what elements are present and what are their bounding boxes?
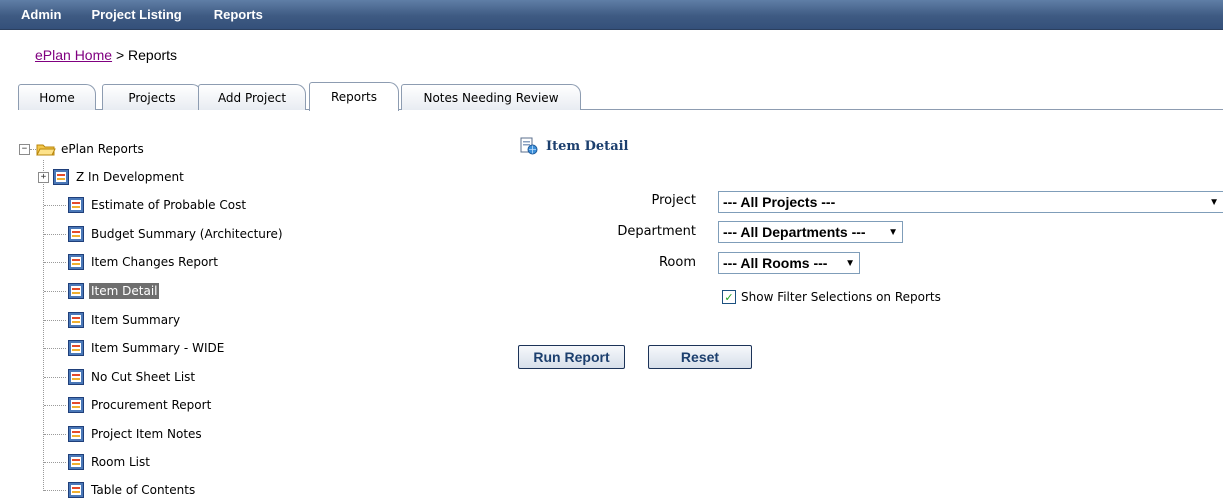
tree-item-label: No Cut Sheet List bbox=[91, 370, 196, 384]
tree-item-label: Budget Summary (Architecture) bbox=[91, 227, 283, 241]
report-globe-icon bbox=[520, 137, 538, 155]
report-icon bbox=[68, 283, 84, 299]
show-filter-selections-checkbox[interactable]: ✓ bbox=[722, 290, 736, 304]
tree-root: − ePlan Reports bbox=[19, 139, 146, 159]
tree-item-item-detail[interactable]: Item Detail bbox=[44, 281, 160, 301]
tree-item-label-selected: Item Detail bbox=[89, 283, 160, 299]
tree-connector bbox=[44, 347, 66, 349]
folder-open-icon bbox=[36, 144, 56, 156]
top-nav-bar: Admin Project Listing Reports bbox=[0, 0, 1223, 30]
tree-item-z-in-development[interactable]: + Z In Development bbox=[38, 167, 186, 187]
nav-reports[interactable]: Reports bbox=[214, 7, 263, 22]
tree-item-label: Project Item Notes bbox=[91, 427, 202, 441]
report-icon bbox=[68, 254, 84, 270]
report-icon bbox=[68, 454, 84, 470]
tree-item-project-item-notes[interactable]: Project Item Notes bbox=[44, 424, 204, 444]
report-icon bbox=[68, 340, 84, 356]
tree-connector bbox=[44, 233, 66, 235]
tree-item-item-changes-report[interactable]: Item Changes Report bbox=[44, 252, 220, 272]
tree-connector bbox=[44, 489, 66, 491]
tree-connector bbox=[44, 319, 66, 321]
show-filter-selections-label: Show Filter Selections on Reports bbox=[741, 290, 941, 304]
tree-connector bbox=[44, 461, 66, 463]
chevron-down-icon: ▼ bbox=[1209, 197, 1219, 208]
tree-item-item-summary[interactable]: Item Summary bbox=[44, 310, 182, 330]
room-select-value: --- All Rooms --- bbox=[723, 255, 828, 271]
panel-title: Item Detail bbox=[520, 137, 629, 155]
department-select-value: --- All Departments --- bbox=[723, 224, 866, 240]
report-icon bbox=[68, 226, 84, 242]
report-icon bbox=[68, 426, 84, 442]
report-icon bbox=[68, 482, 84, 498]
tree-item-label: Item Changes Report bbox=[91, 255, 218, 269]
breadcrumb-current: Reports bbox=[128, 47, 178, 63]
breadcrumb-home-link[interactable]: ePlan Home bbox=[35, 47, 112, 63]
report-icon bbox=[68, 369, 84, 385]
tree-connector bbox=[44, 404, 66, 406]
report-icon bbox=[68, 312, 84, 328]
room-label: Room bbox=[658, 255, 696, 270]
tree-connector bbox=[44, 433, 66, 435]
report-icon bbox=[68, 197, 84, 213]
department-select[interactable]: --- All Departments --- ▼ bbox=[718, 221, 903, 243]
tree-item-label: Room List bbox=[91, 455, 150, 469]
tree-item-label: Item Summary - WIDE bbox=[91, 341, 225, 355]
project-select-value: --- All Projects --- bbox=[723, 194, 836, 210]
reset-button[interactable]: Reset bbox=[648, 345, 752, 369]
report-icon bbox=[68, 397, 84, 413]
tab-home[interactable]: Home bbox=[18, 84, 96, 110]
project-label: Project bbox=[651, 193, 696, 208]
run-report-button[interactable]: Run Report bbox=[518, 345, 625, 369]
breadcrumb: ePlan Home > Reports bbox=[35, 47, 177, 63]
tree-connector bbox=[44, 204, 66, 206]
breadcrumb-separator: > bbox=[115, 47, 125, 63]
tree-connector bbox=[44, 290, 66, 292]
tree-item-label: Item Summary bbox=[91, 313, 181, 327]
show-filter-selections: ✓ Show Filter Selections on Reports bbox=[722, 290, 941, 304]
tree-connector bbox=[44, 261, 66, 263]
tree-item-room-list[interactable]: Room List bbox=[44, 452, 152, 472]
expand-icon[interactable]: + bbox=[38, 171, 49, 183]
tab-add-project[interactable]: Add Project bbox=[198, 84, 306, 110]
tree-connector bbox=[44, 376, 66, 378]
tab-notes-needing-review[interactable]: Notes Needing Review bbox=[401, 84, 581, 110]
panel-title-text: Item Detail bbox=[546, 138, 629, 154]
tree-item-procurement-report[interactable]: Procurement Report bbox=[44, 395, 213, 415]
tab-bar: Home Projects Add Project Reports Notes … bbox=[18, 82, 1223, 111]
tree-item-no-cut-sheet-list[interactable]: No Cut Sheet List bbox=[44, 367, 197, 387]
tree-item-label: Table of Contents bbox=[91, 483, 196, 497]
tree-item-budget-summary[interactable]: Budget Summary (Architecture) bbox=[44, 224, 285, 244]
tree-root-label[interactable]: ePlan Reports bbox=[59, 141, 146, 157]
nav-project-listing[interactable]: Project Listing bbox=[91, 7, 181, 22]
collapse-icon[interactable]: − bbox=[19, 143, 30, 155]
tree-item-label: Z In Development bbox=[76, 170, 184, 184]
nav-admin[interactable]: Admin bbox=[21, 7, 61, 22]
project-select[interactable]: --- All Projects --- ▼ bbox=[718, 191, 1223, 213]
tree-item-estimate-of-probable-cost[interactable]: Estimate of Probable Cost bbox=[44, 195, 248, 215]
chevron-down-icon: ▼ bbox=[845, 258, 855, 269]
room-select[interactable]: --- All Rooms --- ▼ bbox=[718, 252, 860, 274]
report-icon bbox=[53, 169, 69, 185]
tree-item-table-of-contents[interactable]: Table of Contents bbox=[44, 480, 197, 500]
department-label: Department bbox=[617, 224, 696, 239]
tab-projects[interactable]: Projects bbox=[102, 84, 202, 110]
tab-reports[interactable]: Reports bbox=[309, 82, 399, 111]
tree-item-label: Procurement Report bbox=[91, 398, 212, 412]
tree-item-label: Estimate of Probable Cost bbox=[91, 198, 247, 212]
tree-item-item-summary-wide[interactable]: Item Summary - WIDE bbox=[44, 338, 226, 358]
chevron-down-icon: ▼ bbox=[888, 227, 898, 238]
